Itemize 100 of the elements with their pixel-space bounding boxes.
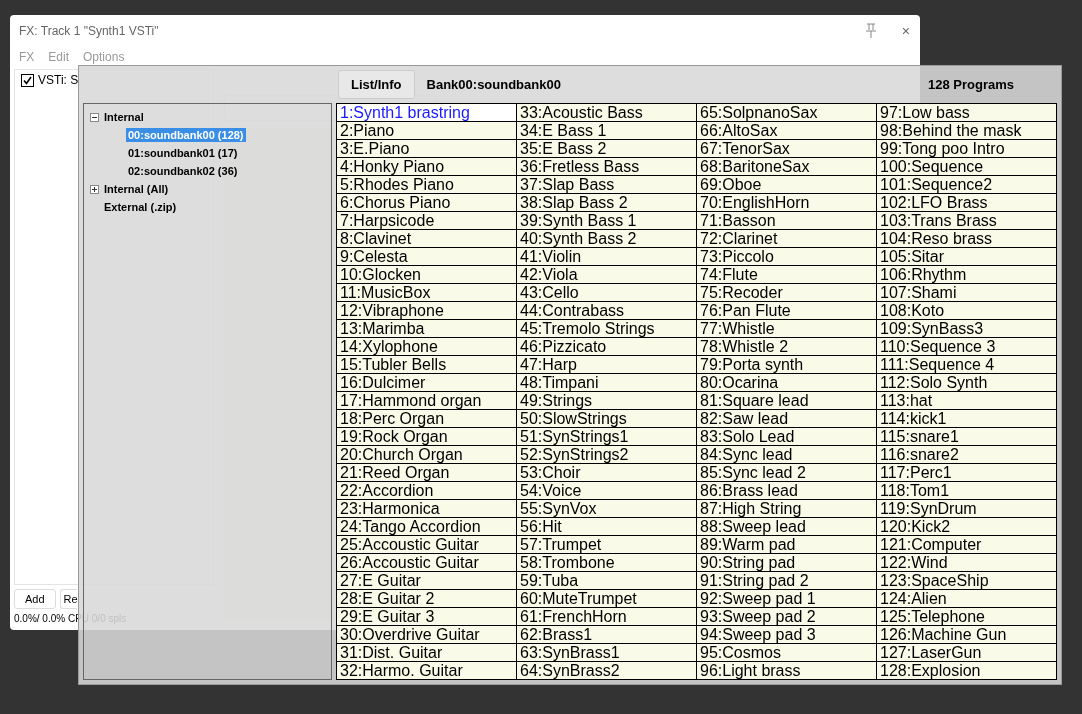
program-cell[interactable]: 14:Xylophone	[337, 338, 517, 356]
program-cell[interactable]: 53:Choir	[517, 464, 697, 482]
program-cell[interactable]: 18:Perc Organ	[337, 410, 517, 428]
program-cell[interactable]: 52:SynStrings2	[517, 446, 697, 464]
program-cell[interactable]: 48:Timpani	[517, 374, 697, 392]
program-cell[interactable]: 82:Saw lead	[697, 410, 877, 428]
program-cell[interactable]: 9:Celesta	[337, 248, 517, 266]
program-cell[interactable]: 102:LFO Brass	[877, 194, 1057, 212]
action-button[interactable]: Re	[59, 589, 77, 609]
program-cell[interactable]: 36:Fretless Bass	[517, 158, 697, 176]
program-cell[interactable]: 89:Warm pad	[697, 536, 877, 554]
program-cell[interactable]: 25:Accoustic Guitar	[337, 536, 517, 554]
program-cell[interactable]: 61:FrenchHorn	[517, 608, 697, 626]
program-cell[interactable]: 5:Rhodes Piano	[337, 176, 517, 194]
program-cell[interactable]: 118:Tom1	[877, 482, 1057, 500]
program-cell[interactable]: 26:Accoustic Guitar	[337, 554, 517, 572]
program-cell[interactable]: 111:Sequence 4	[877, 356, 1057, 374]
program-cell[interactable]: 43:Cello	[517, 284, 697, 302]
program-cell[interactable]: 31:Dist. Guitar	[337, 644, 517, 662]
program-cell[interactable]: 92:Sweep pad 1	[697, 590, 877, 608]
program-cell[interactable]: 85:Sync lead 2	[697, 464, 877, 482]
program-cell[interactable]: 51:SynStrings1	[517, 428, 697, 446]
program-cell[interactable]: 17:Hammond organ	[337, 392, 517, 410]
program-cell[interactable]: 28:E Guitar 2	[337, 590, 517, 608]
program-cell[interactable]: 88:Sweep lead	[697, 518, 877, 536]
tree-item[interactable]: Internal	[102, 110, 146, 124]
program-cell[interactable]: 22:Accordion	[337, 482, 517, 500]
program-cell[interactable]: 49:Strings	[517, 392, 697, 410]
program-cell[interactable]: 90:String pad	[697, 554, 877, 572]
program-cell[interactable]: 71:Basson	[697, 212, 877, 230]
program-cell[interactable]: 114:kick1	[877, 410, 1057, 428]
program-cell[interactable]: 37:Slap Bass	[517, 176, 697, 194]
program-cell[interactable]: 42:Viola	[517, 266, 697, 284]
program-cell[interactable]: 33:Acoustic Bass	[517, 104, 697, 122]
program-cell[interactable]: 75:Recoder	[697, 284, 877, 302]
program-cell[interactable]: 19:Rock Organ	[337, 428, 517, 446]
program-cell[interactable]: 8:Clavinet	[337, 230, 517, 248]
program-cell[interactable]: 64:SynBrass2	[517, 662, 697, 680]
program-cell[interactable]: 106:Rhythm	[877, 266, 1057, 284]
program-cell[interactable]: 12:Vibraphone	[337, 302, 517, 320]
program-cell[interactable]: 60:MuteTrumpet	[517, 590, 697, 608]
program-cell[interactable]: 94:Sweep pad 3	[697, 626, 877, 644]
program-cell[interactable]: 59:Tuba	[517, 572, 697, 590]
program-cell[interactable]: 67:TenorSax	[697, 140, 877, 158]
program-cell[interactable]: 122:Wind	[877, 554, 1057, 572]
tree-item[interactable]: Internal (All)	[102, 182, 171, 196]
program-cell[interactable]: 91:String pad 2	[697, 572, 877, 590]
program-cell[interactable]: 124:Alien	[877, 590, 1057, 608]
program-cell[interactable]: 120:Kick2	[877, 518, 1057, 536]
program-cell[interactable]: 2:Piano	[337, 122, 517, 140]
program-cell[interactable]: 116:snare2	[877, 446, 1057, 464]
program-cell[interactable]: 93:Sweep pad 2	[697, 608, 877, 626]
program-cell[interactable]: 121:Computer	[877, 536, 1057, 554]
program-cell[interactable]: 66:AltoSax	[697, 122, 877, 140]
program-cell[interactable]: 115:snare1	[877, 428, 1057, 446]
program-cell[interactable]: 104:Reso brass	[877, 230, 1057, 248]
program-cell[interactable]: 27:E Guitar	[337, 572, 517, 590]
program-cell[interactable]: 84:Sync lead	[697, 446, 877, 464]
program-cell[interactable]: 39:Synth Bass 1	[517, 212, 697, 230]
program-cell[interactable]: 113:hat	[877, 392, 1057, 410]
program-cell[interactable]: 41:Violin	[517, 248, 697, 266]
program-cell[interactable]: 87:High String	[697, 500, 877, 518]
program-cell[interactable]: 54:Voice	[517, 482, 697, 500]
program-cell[interactable]: 62:Brass1	[517, 626, 697, 644]
tree-item[interactable]: External (.zip)	[102, 200, 179, 214]
program-cell[interactable]: 74:Flute	[697, 266, 877, 284]
program-cell[interactable]: 6:Chorus Piano	[337, 194, 517, 212]
program-cell[interactable]: 127:LaserGun	[877, 644, 1057, 662]
program-cell[interactable]: 46:Pizzicato	[517, 338, 697, 356]
program-cell[interactable]: 119:SynDrum	[877, 500, 1057, 518]
program-cell[interactable]: 44:Contrabass	[517, 302, 697, 320]
program-cell[interactable]: 29:E Guitar 3	[337, 608, 517, 626]
program-cell[interactable]: 20:Church Organ	[337, 446, 517, 464]
program-cell[interactable]: 1:Synth1 brastring	[337, 104, 517, 122]
program-cell[interactable]: 58:Trombone	[517, 554, 697, 572]
program-cell[interactable]: 95:Cosmos	[697, 644, 877, 662]
program-cell[interactable]: 65:SolpnanoSax	[697, 104, 877, 122]
program-cell[interactable]: 128:Explosion	[877, 662, 1057, 680]
program-cell[interactable]: 34:E Bass 1	[517, 122, 697, 140]
program-cell[interactable]: 68:BaritoneSax	[697, 158, 877, 176]
program-cell[interactable]: 69:Oboe	[697, 176, 877, 194]
program-cell[interactable]: 72:Clarinet	[697, 230, 877, 248]
program-cell[interactable]: 23:Harmonica	[337, 500, 517, 518]
program-cell[interactable]: 15:Tubler Bells	[337, 356, 517, 374]
fx-item[interactable]: VSTi: S	[38, 73, 79, 87]
tree-item[interactable]: 02:soundbank02 (36)	[126, 164, 240, 178]
program-cell[interactable]: 32:Harmo. Guitar	[337, 662, 517, 680]
program-cell[interactable]: 55:SynVox	[517, 500, 697, 518]
program-cell[interactable]: 105:Sitar	[877, 248, 1057, 266]
program-cell[interactable]: 77:Whistle	[697, 320, 877, 338]
program-cell[interactable]: 45:Tremolo Strings	[517, 320, 697, 338]
program-cell[interactable]: 73:Piccolo	[697, 248, 877, 266]
program-cell[interactable]: 78:Whistle 2	[697, 338, 877, 356]
program-cell[interactable]: 109:SynBass3	[877, 320, 1057, 338]
program-cell[interactable]: 110:Sequence 3	[877, 338, 1057, 356]
program-cell[interactable]: 83:Solo Lead	[697, 428, 877, 446]
program-cell[interactable]: 80:Ocarina	[697, 374, 877, 392]
program-cell[interactable]: 81:Square lead	[697, 392, 877, 410]
collapse-icon[interactable]	[90, 112, 99, 122]
program-cell[interactable]: 107:Shami	[877, 284, 1057, 302]
